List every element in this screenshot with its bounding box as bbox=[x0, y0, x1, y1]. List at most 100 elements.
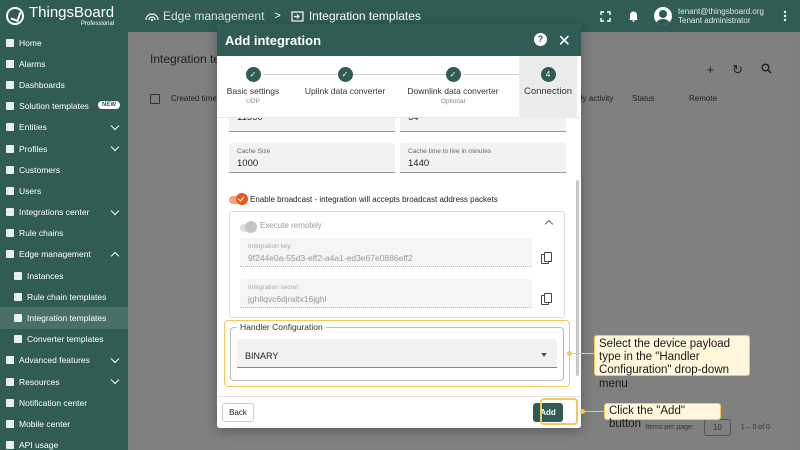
close-icon[interactable]: ✕ bbox=[558, 31, 571, 51]
back-button[interactable]: Back bbox=[222, 403, 254, 422]
notification-icon bbox=[6, 398, 14, 407]
page-size-select[interactable]: 10 bbox=[703, 419, 731, 436]
enable-broadcast-toggle[interactable] bbox=[229, 193, 248, 205]
sidebar-item-label: Solution templates bbox=[19, 101, 89, 112]
check-icon: ✓ bbox=[445, 67, 461, 82]
new-badge: NEW bbox=[98, 100, 120, 109]
alarm-icon bbox=[6, 59, 14, 68]
thingsboard-logo-icon bbox=[6, 7, 24, 25]
solution-icon bbox=[6, 102, 14, 111]
sidebar-item-home[interactable]: Home bbox=[0, 32, 128, 53]
dialog-title: Add integration bbox=[225, 32, 322, 48]
logo-name: ThingsBoard bbox=[29, 4, 115, 21]
cache-size-field[interactable]: Cache Size 1000 bbox=[229, 143, 395, 173]
sidebar-item-label: Integrations center bbox=[19, 207, 90, 218]
sidebar-item-rule-chain-templates[interactable]: Rule chain templates bbox=[0, 286, 128, 307]
sidebar-item-edge-management[interactable]: Edge management bbox=[0, 244, 128, 265]
add-callout: Click the "Add" button bbox=[604, 403, 721, 430]
user-role: Tenant administrator bbox=[678, 16, 751, 25]
page-range: 1 – 0 of 0 bbox=[740, 424, 770, 431]
sidebar-item-label: Rule chains bbox=[19, 228, 64, 239]
sidebar-item-converter-templates[interactable]: Converter templates bbox=[0, 329, 128, 350]
step-basic-settings[interactable]: ✓ Basic settings UDP bbox=[219, 56, 287, 118]
sidebar-item-alarms[interactable]: Alarms bbox=[0, 53, 128, 74]
sidebar-item-label: Mobile center bbox=[19, 418, 71, 429]
sidebar-item-label: Edge management bbox=[19, 249, 91, 260]
port-field[interactable]: 11560 bbox=[229, 118, 395, 132]
breadcrumb-edge-management[interactable]: Edge management bbox=[145, 9, 264, 23]
add-button-highlight bbox=[540, 398, 578, 425]
callout-connector bbox=[585, 411, 604, 412]
refresh-icon[interactable]: ↻ bbox=[732, 62, 743, 78]
sidebar-item-resources[interactable]: Resources bbox=[0, 371, 128, 392]
copy-secret-icon[interactable] bbox=[541, 293, 552, 305]
sidebar-item-advanced-features[interactable]: Advanced features bbox=[0, 350, 128, 371]
logo[interactable]: ThingsBoard Professional bbox=[0, 0, 128, 32]
callout-connector bbox=[572, 353, 594, 354]
step-downlink-converter[interactable]: ✓ Downlink data converter Optional bbox=[407, 56, 499, 118]
check-icon: ✓ bbox=[245, 67, 261, 82]
breadcrumb: Edge management > Integration templates bbox=[145, 9, 421, 23]
execute-remotely-label: Execute remotely bbox=[260, 221, 322, 230]
entities-icon bbox=[6, 123, 14, 132]
cache-ttl-field[interactable]: Cache time to live in minutes 1440 bbox=[400, 143, 566, 173]
user-menu[interactable]: tenant@thingsboard.org Tenant administra… bbox=[654, 7, 764, 25]
handler-type-select[interactable]: BINARY bbox=[237, 339, 557, 368]
sidebar-item-dashboards[interactable]: Dashboards bbox=[0, 74, 128, 95]
collapse-icon[interactable] bbox=[544, 219, 554, 229]
sidebar-item-customers[interactable]: Customers bbox=[0, 159, 128, 180]
fullscreen-icon[interactable] bbox=[598, 9, 612, 23]
more-vert-icon[interactable] bbox=[778, 9, 792, 23]
sidebar-item-profiles[interactable]: Profiles bbox=[0, 138, 128, 159]
rule-template-icon bbox=[14, 292, 22, 301]
sidebar-item-integration-templates[interactable]: Integration templates bbox=[0, 307, 128, 329]
check-icon: ✓ bbox=[337, 67, 353, 82]
step-uplink-converter[interactable]: ✓ Uplink data converter bbox=[301, 56, 389, 118]
column-remote[interactable]: Remote bbox=[689, 94, 717, 103]
dialog-scrollbar[interactable] bbox=[576, 180, 579, 376]
sidebar-item-api-usage[interactable]: API usage bbox=[0, 435, 128, 450]
dashboard-icon bbox=[6, 80, 14, 89]
home-icon bbox=[6, 38, 14, 47]
chevron-down-icon bbox=[110, 206, 120, 215]
sidebar-item-rule-chains[interactable]: Rule chains bbox=[0, 223, 128, 244]
breadcrumb-separator: > bbox=[274, 10, 281, 22]
copy-key-icon[interactable] bbox=[541, 252, 552, 264]
mobile-icon bbox=[6, 419, 14, 428]
handler-configuration-fieldset: Handler Configuration BINARY bbox=[230, 322, 564, 381]
help-icon[interactable]: ? bbox=[534, 33, 547, 46]
add-integration-dialog: Add integration ? ✕ ✓ Basic settings UDP… bbox=[217, 24, 581, 428]
sidebar-item-entities[interactable]: Entities bbox=[0, 117, 128, 138]
converter-icon bbox=[14, 335, 22, 344]
edge-icon bbox=[6, 250, 14, 259]
sidebar-item-mobile-center[interactable]: Mobile center bbox=[0, 413, 128, 434]
instances-icon bbox=[14, 271, 22, 280]
edge-icon bbox=[145, 11, 159, 22]
dropdown-arrow-icon bbox=[541, 353, 547, 357]
logo-edition: Professional bbox=[81, 21, 115, 27]
sidebar-item-users[interactable]: Users bbox=[0, 180, 128, 201]
profiles-icon bbox=[6, 144, 14, 153]
column-created-time[interactable]: Created time bbox=[171, 94, 217, 103]
integration-template-icon bbox=[14, 314, 22, 323]
sidebar-item-label: Users bbox=[19, 185, 42, 196]
dialog-footer: Back Add bbox=[217, 396, 581, 428]
sidebar-item-label: Advanced features bbox=[19, 355, 90, 366]
sidebar-item-instances[interactable]: Instances bbox=[0, 265, 128, 286]
so-rcvbuf-field[interactable]: 64 bbox=[400, 118, 566, 132]
sidebar-item-notification-center[interactable]: Notification center bbox=[0, 392, 128, 413]
execute-remotely-toggle[interactable] bbox=[240, 221, 257, 233]
select-all-checkbox[interactable] bbox=[150, 94, 160, 104]
sidebar-item-integrations-center[interactable]: Integrations center bbox=[0, 202, 128, 223]
rule-chains-icon bbox=[6, 229, 14, 238]
add-icon[interactable]: + bbox=[707, 62, 715, 78]
column-activity[interactable]: ily activity bbox=[579, 94, 613, 103]
column-status[interactable]: Status bbox=[632, 94, 655, 103]
handler-configuration-legend: Handler Configuration bbox=[237, 322, 326, 332]
items-per-page-label: Items per page: bbox=[645, 424, 694, 431]
chevron-up-icon bbox=[110, 251, 120, 261]
step-connection[interactable]: 4 Connection bbox=[519, 56, 577, 118]
notifications-bell-icon[interactable] bbox=[626, 9, 640, 23]
search-icon[interactable] bbox=[761, 62, 772, 78]
sidebar-item-solution-templates[interactable]: Solution templates NEW bbox=[0, 96, 128, 117]
